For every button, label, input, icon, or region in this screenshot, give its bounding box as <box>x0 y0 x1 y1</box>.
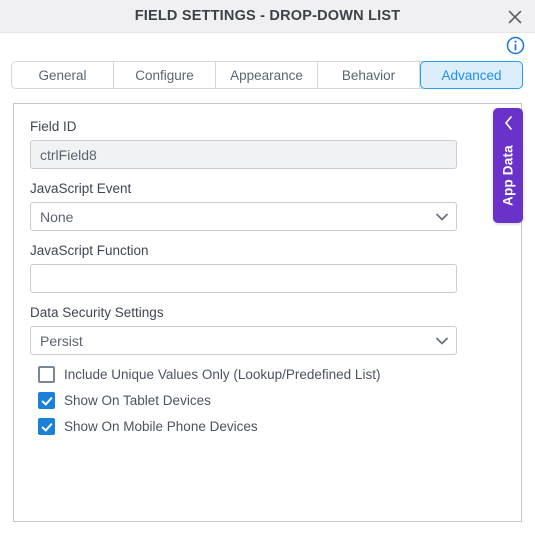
checkbox-unique-values[interactable] <box>38 366 55 383</box>
tab-general[interactable]: General <box>12 62 114 88</box>
data-security-settings-select-wrap: Persist <box>30 326 457 355</box>
dialog-titlebar: FIELD SETTINGS - DROP-DOWN LIST <box>0 0 535 33</box>
tab-advanced[interactable]: Advanced <box>420 61 523 89</box>
javascript-event-select[interactable]: None <box>30 202 457 231</box>
checkbox-unique-values-label: Include Unique Values Only (Lookup/Prede… <box>64 367 381 382</box>
field-id-group: Field ID <box>30 118 505 169</box>
javascript-function-group: JavaScript Function <box>30 242 505 293</box>
tab-behavior[interactable]: Behavior <box>318 62 420 88</box>
javascript-event-label: JavaScript Event <box>30 181 132 196</box>
tab-configure-label: Configure <box>135 67 194 83</box>
checkbox-row-show-mobile[interactable]: Show On Mobile Phone Devices <box>38 418 505 435</box>
info-circle-icon[interactable] <box>506 36 525 55</box>
tab-appearance-label: Appearance <box>230 67 303 83</box>
javascript-function-input[interactable] <box>30 264 457 293</box>
tab-advanced-label: Advanced <box>441 67 502 83</box>
dialog-info-row <box>0 33 535 58</box>
data-security-settings-select[interactable]: Persist <box>30 326 457 355</box>
checkbox-row-unique-values[interactable]: Include Unique Values Only (Lookup/Prede… <box>38 366 505 383</box>
checkbox-show-mobile-label: Show On Mobile Phone Devices <box>64 419 258 434</box>
chevron-left-icon <box>493 114 523 132</box>
tab-appearance[interactable]: Appearance <box>216 62 318 88</box>
close-icon[interactable] <box>503 5 527 29</box>
field-id-label: Field ID <box>30 119 77 134</box>
checkbox-show-mobile[interactable] <box>38 418 55 435</box>
javascript-function-label: JavaScript Function <box>30 243 149 258</box>
field-settings-dialog: FIELD SETTINGS - DROP-DOWN LIST General … <box>0 0 535 556</box>
settings-tab-strip: General Configure Appearance Behavior Ad… <box>11 61 523 89</box>
app-data-label: App Data <box>500 145 516 207</box>
javascript-event-select-wrap: None <box>30 202 457 231</box>
app-data-side-tab[interactable]: App Data <box>493 108 523 223</box>
tab-general-label: General <box>38 67 87 83</box>
tab-behavior-label: Behavior <box>341 67 396 83</box>
checkbox-show-tablet-label: Show On Tablet Devices <box>64 393 211 408</box>
advanced-settings-panel: Field ID JavaScript Event None <box>13 103 522 522</box>
javascript-event-group: JavaScript Event None <box>30 180 505 231</box>
checkbox-show-tablet[interactable] <box>38 392 55 409</box>
field-id-input[interactable] <box>30 140 457 169</box>
tab-configure[interactable]: Configure <box>114 62 216 88</box>
data-security-settings-label: Data Security Settings <box>30 305 164 320</box>
checkbox-row-show-tablet[interactable]: Show On Tablet Devices <box>38 392 505 409</box>
advanced-settings-form: Field ID JavaScript Event None <box>14 104 521 435</box>
dialog-title: FIELD SETTINGS - DROP-DOWN LIST <box>134 8 401 24</box>
data-security-settings-group: Data Security Settings Persist <box>30 304 505 355</box>
